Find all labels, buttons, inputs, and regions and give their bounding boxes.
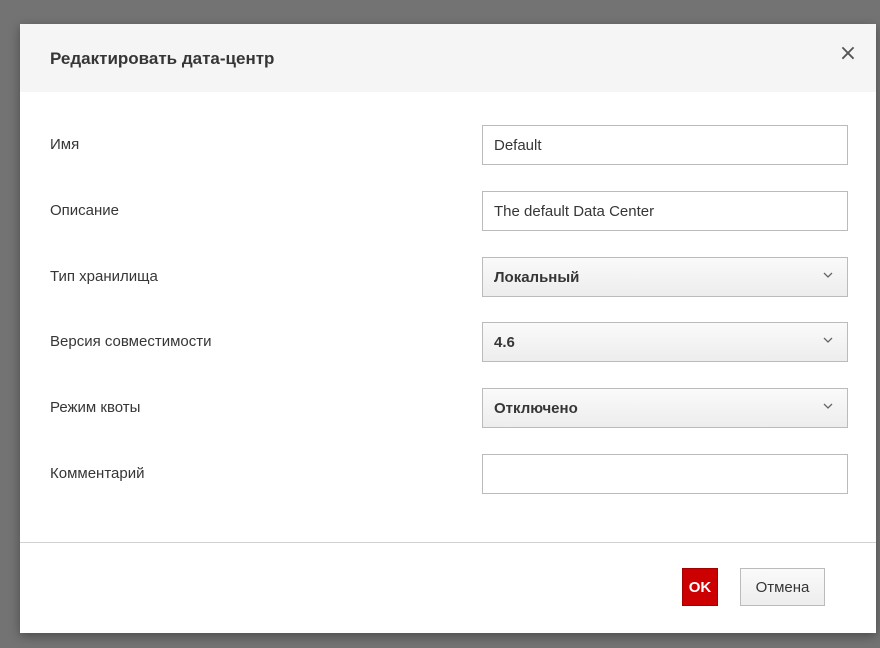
chevron-down-icon xyxy=(823,403,833,409)
compat-version-value: 4.6 xyxy=(494,334,515,351)
cancel-button[interactable]: Отмена xyxy=(740,568,825,606)
quota-mode-label: Режим квоты xyxy=(50,399,141,416)
dialog-header: Редактировать дата-центр × xyxy=(20,24,876,92)
ok-button[interactable]: OK xyxy=(682,568,718,606)
description-input[interactable] xyxy=(482,191,848,231)
form-row-name: Имя xyxy=(20,125,876,167)
description-label: Описание xyxy=(50,202,120,219)
compat-version-select[interactable]: 4.6 xyxy=(482,322,848,362)
chevron-down-icon xyxy=(823,272,833,278)
quota-mode-value: Отключено xyxy=(494,400,578,417)
edit-datacenter-dialog: Редактировать дата-центр × Имя Описание … xyxy=(20,24,876,633)
dialog-title: Редактировать дата-центр xyxy=(50,49,275,68)
storage-type-value: Локальный xyxy=(494,269,580,286)
name-input[interactable] xyxy=(482,125,848,165)
form-row-quota-mode: Режим квоты Отключено xyxy=(20,388,876,430)
form-row-compat-version: Версия совместимости 4.6 xyxy=(20,322,876,364)
storage-type-label: Тип хранилища xyxy=(50,268,158,285)
form-row-comment: Комментарий xyxy=(20,454,876,496)
quota-mode-select[interactable]: Отключено xyxy=(482,388,848,428)
form-row-storage-type: Тип хранилища Локальный xyxy=(20,257,876,299)
close-button[interactable]: × xyxy=(836,42,860,66)
form-row-description: Описание xyxy=(20,191,876,233)
close-icon: × xyxy=(838,41,858,66)
compat-version-label: Версия совместимости xyxy=(50,333,212,350)
chevron-down-icon xyxy=(823,337,833,343)
comment-label: Комментарий xyxy=(50,465,145,482)
comment-input[interactable] xyxy=(482,454,848,494)
storage-type-select[interactable]: Локальный xyxy=(482,257,848,297)
footer-divider xyxy=(20,542,876,543)
name-label: Имя xyxy=(50,136,80,153)
